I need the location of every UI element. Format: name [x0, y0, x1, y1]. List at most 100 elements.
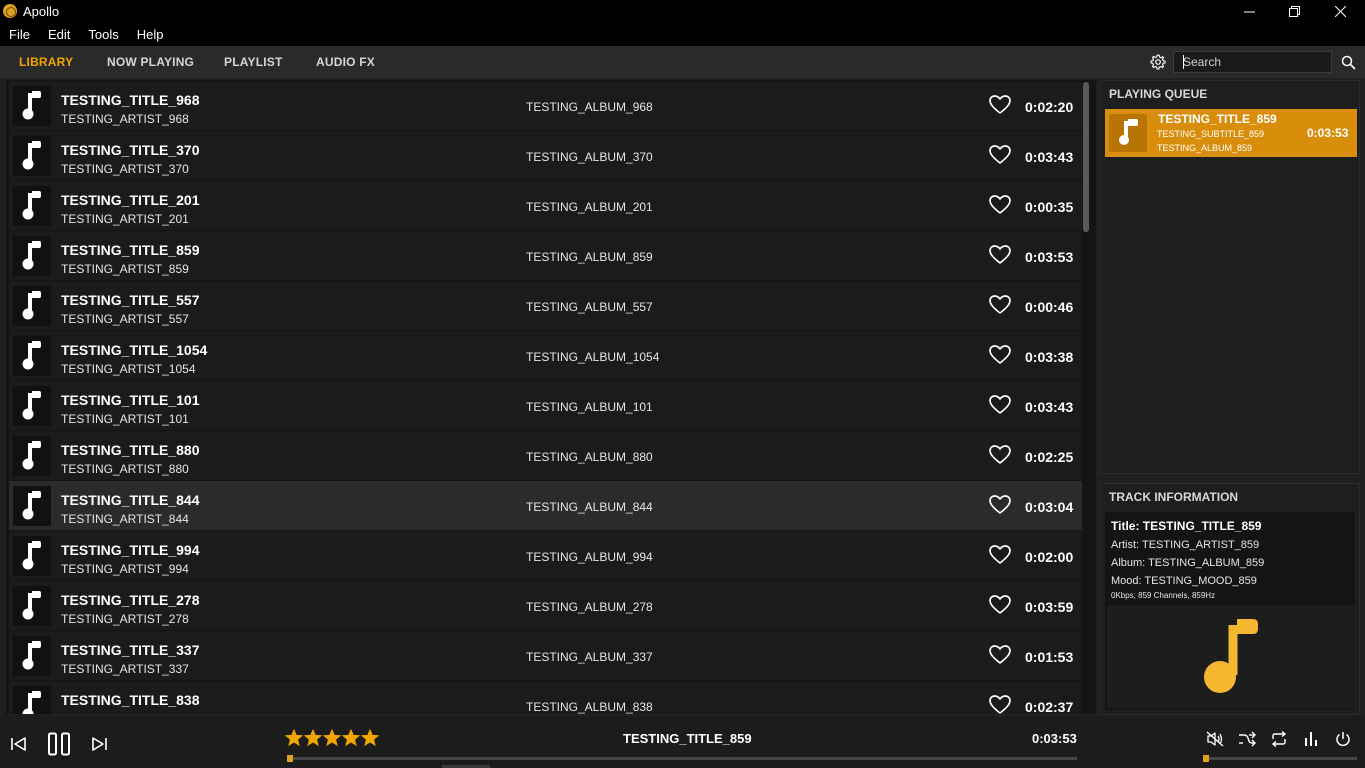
- seek-bar[interactable]: [287, 755, 1077, 762]
- search-input[interactable]: Search: [1173, 51, 1332, 73]
- seek-thumb[interactable]: [287, 755, 293, 762]
- favorite-button[interactable]: [989, 345, 1011, 370]
- app-logo-icon: [3, 4, 17, 18]
- track-album: TESTING_ALBUM_101: [526, 400, 653, 414]
- menu-file[interactable]: File: [0, 27, 39, 42]
- track-duration: 0:02:20: [1025, 99, 1074, 115]
- favorite-button[interactable]: [989, 245, 1011, 270]
- volume-slider[interactable]: [1203, 755, 1357, 762]
- library-row[interactable]: TESTING_TITLE_557 TESTING_ARTIST_557 TESTI…: [9, 281, 1082, 330]
- library-row[interactable]: TESTING_TITLE_838 TESTING_ARTIST_838 TESTI…: [9, 681, 1082, 714]
- star-icon[interactable]: [342, 729, 360, 747]
- library-row[interactable]: TESTING_TITLE_1054 TESTING_ARTIST_1054 TES…: [9, 331, 1082, 380]
- track-album: TESTING_ALBUM_337: [526, 650, 653, 664]
- track-title: TESTING_TITLE_201: [61, 192, 200, 208]
- track-duration: 0:02:25: [1025, 449, 1074, 465]
- track-album-art: [1107, 606, 1355, 708]
- music-note-icon: [22, 441, 41, 470]
- queue-item[interactable]: TESTING_TITLE_859 TESTING_SUBTITLE_859 T…: [1105, 109, 1357, 157]
- library-row[interactable]: TESTING_TITLE_278 TESTING_ARTIST_278 TESTI…: [9, 581, 1082, 630]
- library-row[interactable]: TESTING_TITLE_101 TESTING_ARTIST_101 TESTI…: [9, 381, 1082, 430]
- menu-edit[interactable]: Edit: [39, 27, 79, 42]
- library-scrollbar[interactable]: [1083, 82, 1089, 232]
- track-art: [13, 586, 51, 626]
- queue-item-duration: 0:03:53: [1307, 126, 1349, 140]
- app-title: Apollo: [23, 3, 60, 19]
- library-row[interactable]: TESTING_TITLE_201 TESTING_ARTIST_201 TESTI…: [9, 181, 1082, 230]
- library-row[interactable]: TESTING_TITLE_994 TESTING_ARTIST_994 TESTI…: [9, 531, 1082, 580]
- tab-library[interactable]: LIBRARY: [19, 55, 73, 69]
- library-row[interactable]: TESTING_TITLE_370 TESTING_ARTIST_370 TESTI…: [9, 131, 1082, 180]
- track-artist: TESTING_ARTIST_201: [61, 212, 189, 226]
- volume-thumb[interactable]: [1203, 755, 1209, 762]
- next-button[interactable]: [88, 734, 110, 754]
- favorite-button[interactable]: [989, 395, 1011, 420]
- track-info-album: Album: TESTING_ALBUM_859: [1111, 557, 1265, 569]
- previous-button[interactable]: [8, 734, 30, 754]
- library-row[interactable]: TESTING_TITLE_844 TESTING_ARTIST_844 TESTI…: [9, 481, 1082, 530]
- tab-now-playing[interactable]: NOW PLAYING: [107, 55, 194, 69]
- settings-button[interactable]: [1148, 52, 1168, 72]
- tab-audio-fx[interactable]: AUDIO FX: [316, 55, 375, 69]
- mute-button[interactable]: [1204, 729, 1226, 749]
- favorite-button[interactable]: [989, 95, 1011, 120]
- track-artist: TESTING_ARTIST_968: [61, 112, 189, 126]
- minimize-button[interactable]: [1226, 0, 1272, 22]
- track-album: TESTING_ALBUM_201: [526, 200, 653, 214]
- search-button[interactable]: [1338, 52, 1358, 72]
- favorite-button[interactable]: [989, 545, 1011, 570]
- heart-icon: [989, 195, 1011, 214]
- favorite-button[interactable]: [989, 495, 1011, 520]
- rating-stars[interactable]: [285, 729, 380, 747]
- playing-queue-header: PLAYING QUEUE: [1109, 87, 1208, 101]
- favorite-button[interactable]: [989, 695, 1011, 714]
- tab-playlist[interactable]: PLAYLIST: [224, 55, 283, 69]
- close-button[interactable]: [1317, 0, 1363, 22]
- pause-button[interactable]: [44, 730, 74, 758]
- star-icon[interactable]: [323, 729, 341, 747]
- favorite-button[interactable]: [989, 195, 1011, 220]
- mute-icon: [1206, 731, 1224, 747]
- shuffle-button[interactable]: [1236, 729, 1258, 749]
- equalizer-icon: [1305, 732, 1317, 746]
- star-icon[interactable]: [304, 729, 322, 747]
- library-row[interactable]: TESTING_TITLE_968 TESTING_ARTIST_968 TESTI…: [9, 81, 1082, 130]
- track-duration: 0:00:46: [1025, 299, 1074, 315]
- star-icon[interactable]: [285, 729, 303, 747]
- menu-tools[interactable]: Tools: [79, 27, 127, 42]
- track-album: TESTING_ALBUM_994: [526, 550, 653, 564]
- track-title: TESTING_TITLE_337: [61, 642, 200, 658]
- music-note-icon: [22, 491, 41, 520]
- star-icon[interactable]: [361, 729, 379, 747]
- favorite-button[interactable]: [989, 595, 1011, 620]
- favorite-button[interactable]: [989, 645, 1011, 670]
- equalizer-button[interactable]: [1300, 729, 1322, 749]
- shuffle-icon: [1239, 731, 1256, 747]
- favorite-button[interactable]: [989, 145, 1011, 170]
- track-info-specs: 0Kbps, 859 Channels, 859Hz: [1111, 591, 1216, 600]
- menu-bar: File Edit Tools Help: [0, 22, 1365, 46]
- menu-help[interactable]: Help: [128, 27, 173, 42]
- track-album: TESTING_ALBUM_557: [526, 300, 653, 314]
- favorite-button[interactable]: [989, 295, 1011, 320]
- heart-icon: [989, 345, 1011, 364]
- library-row[interactable]: TESTING_TITLE_880 TESTING_ARTIST_880 TESTI…: [9, 431, 1082, 480]
- track-art: [13, 636, 51, 676]
- library-row[interactable]: TESTING_TITLE_859 TESTING_ARTIST_859 TESTI…: [9, 231, 1082, 280]
- search-icon: [1341, 55, 1356, 70]
- track-duration: 0:01:53: [1025, 649, 1074, 665]
- maximize-button[interactable]: [1271, 0, 1317, 22]
- track-album: TESTING_ALBUM_370: [526, 150, 653, 164]
- text-caret: [1183, 55, 1184, 69]
- track-title: TESTING_TITLE_994: [61, 542, 200, 558]
- power-button[interactable]: [1332, 729, 1354, 749]
- favorite-button[interactable]: [989, 445, 1011, 470]
- queue-item-art: [1109, 114, 1147, 152]
- track-title: TESTING_TITLE_859: [61, 242, 200, 258]
- now-playing-title: TESTING_TITLE_859: [623, 731, 752, 746]
- track-art: [13, 236, 51, 276]
- track-title: TESTING_TITLE_278: [61, 592, 200, 608]
- track-art: [13, 86, 51, 126]
- repeat-button[interactable]: [1268, 729, 1290, 749]
- library-row[interactable]: TESTING_TITLE_337 TESTING_ARTIST_337 TESTI…: [9, 631, 1082, 680]
